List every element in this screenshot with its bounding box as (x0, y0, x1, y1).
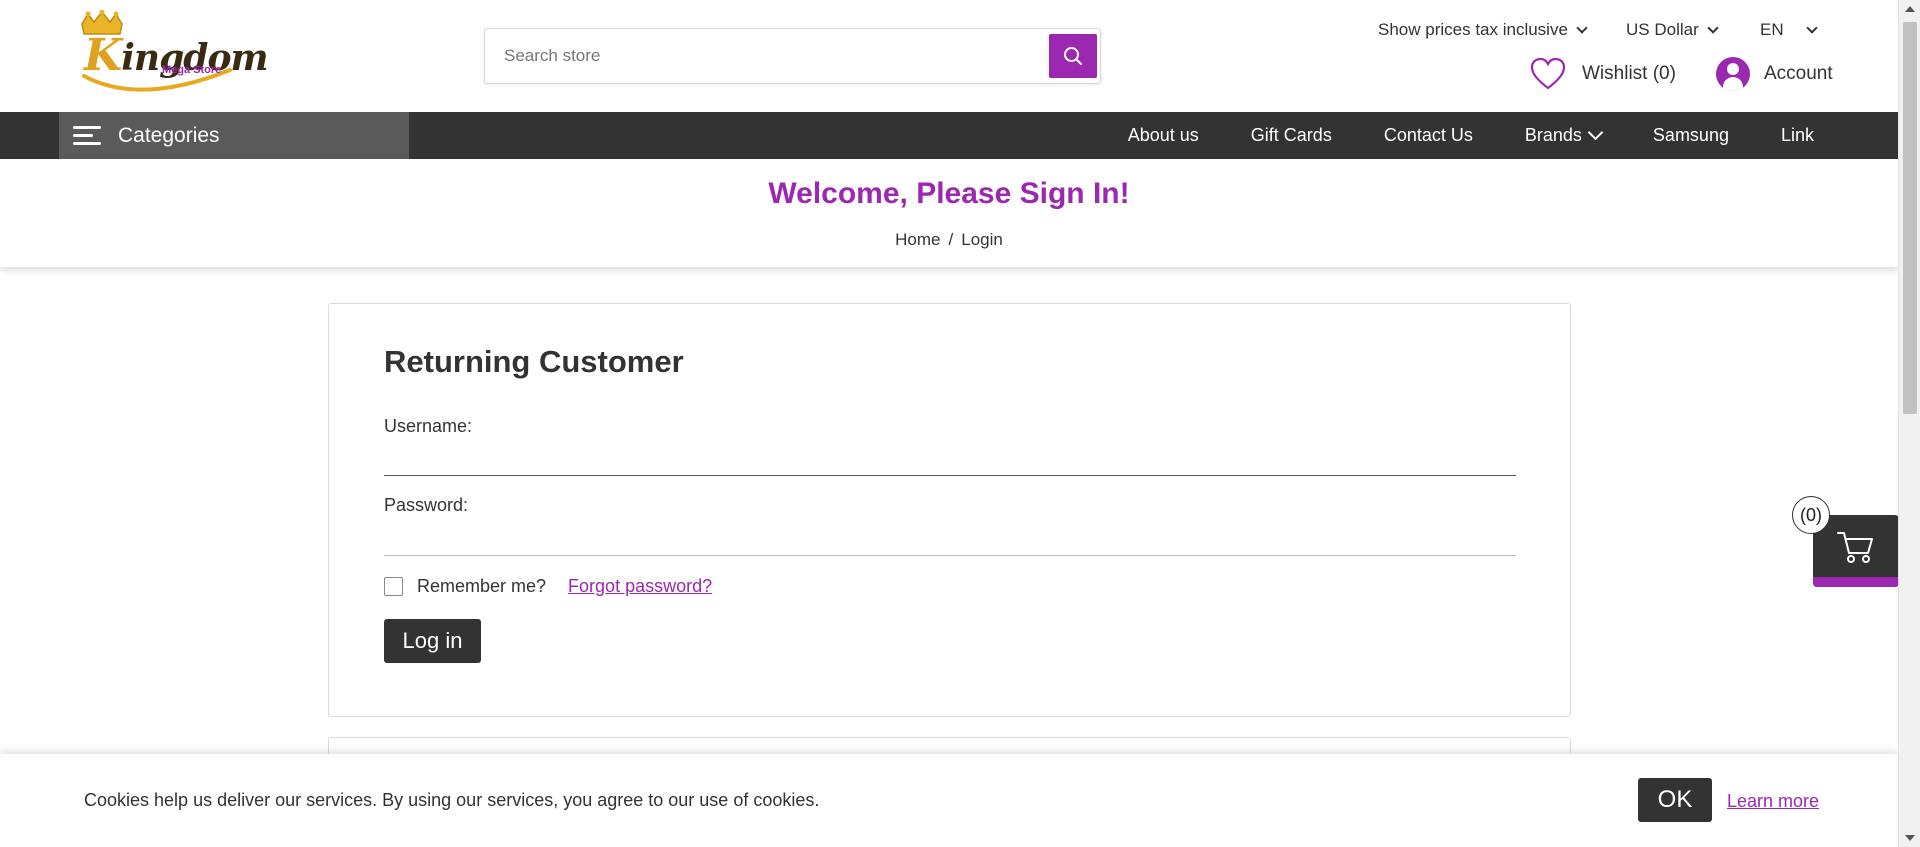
currency-dropdown[interactable]: US Dollar (1626, 18, 1719, 42)
cart-icon (1837, 532, 1873, 563)
chevron-down-icon (1805, 21, 1818, 34)
breadcrumb-separator: / (948, 230, 954, 249)
scroll-down-arrow-icon[interactable] (1905, 835, 1915, 841)
login-button[interactable]: Log in (384, 619, 481, 663)
breadcrumb: Home / Login (0, 230, 1898, 250)
user-icon (1716, 57, 1750, 91)
search-button[interactable] (1049, 34, 1097, 78)
nav-item-about-us[interactable]: About us (1102, 112, 1225, 159)
store-logo[interactable]: Kingdom Mega Store (70, 9, 269, 96)
hamburger-icon (73, 125, 101, 146)
remember-me-checkbox[interactable] (384, 577, 403, 596)
scroll-thumb[interactable] (1903, 22, 1917, 414)
nav-item-brands[interactable]: Brands (1499, 112, 1627, 159)
wishlist-link[interactable]: Wishlist (0) (1530, 55, 1676, 93)
logo-subtitle: Mega Store (162, 64, 222, 76)
tax-toggle-label: Show prices tax inclusive (1378, 20, 1568, 39)
remember-me-label[interactable]: Remember me? (417, 576, 546, 597)
chevron-down-icon (1707, 21, 1719, 34)
scroll-up-arrow-icon[interactable] (1905, 6, 1915, 12)
cart-accent-bar (1813, 577, 1899, 587)
account-link[interactable]: Account (1716, 55, 1833, 93)
search-input[interactable] (486, 30, 1046, 82)
nav-item-samsung[interactable]: Samsung (1627, 112, 1755, 159)
cookie-consent-bar: Cookies help us deliver our services. By… (0, 754, 1898, 847)
language-dropdown[interactable]: EN (1760, 18, 1818, 42)
currency-label: US Dollar (1626, 20, 1699, 39)
heart-icon (1530, 57, 1566, 90)
nav-item-brands-label: Brands (1524, 125, 1582, 145)
account-label: Account (1764, 63, 1833, 84)
cookie-learn-more-link[interactable]: Learn more (1727, 791, 1819, 812)
main-navbar: Categories About us Gift Cards Contact U… (0, 112, 1898, 159)
chevron-down-icon (1587, 124, 1604, 141)
breadcrumb-current: Login (961, 230, 1003, 249)
cart-count-badge: (0) (1792, 496, 1830, 534)
password-field[interactable] (384, 526, 1516, 556)
site-header: Kingdom Mega Store Show prices tax inclu… (0, 0, 1898, 112)
breadcrumb-home[interactable]: Home (895, 230, 940, 249)
language-label: EN (1760, 20, 1784, 39)
search-box (484, 28, 1101, 84)
wishlist-label: Wishlist (0) (1582, 63, 1676, 84)
page-title: Welcome, Please Sign In! (768, 177, 1130, 210)
categories-label: Categories (118, 123, 220, 147)
search-icon (1064, 47, 1082, 65)
nav-item-contact-us[interactable]: Contact Us (1358, 112, 1499, 159)
forgot-password-link[interactable]: Forgot password? (568, 576, 712, 597)
returning-customer-card: Returning Customer Username: Password: R… (328, 303, 1571, 717)
username-label: Username: (384, 416, 473, 436)
page-scrollbar[interactable] (1898, 0, 1920, 847)
password-label: Password: (384, 495, 469, 515)
remember-row: Remember me? Forgot password? (384, 576, 712, 597)
cookie-ok-button[interactable]: OK (1638, 778, 1712, 822)
logo-initial: K (84, 30, 122, 81)
nav-links: About us Gift Cards Contact Us Brands Sa… (1102, 112, 1898, 159)
card-title: Returning Customer (384, 344, 684, 379)
nav-item-link[interactable]: Link (1755, 112, 1898, 159)
username-field[interactable] (384, 446, 1516, 476)
cookie-message: Cookies help us deliver our services. By… (84, 790, 820, 810)
page-title-band: Welcome, Please Sign In! Home / Login (0, 159, 1898, 267)
chevron-down-icon (1576, 21, 1588, 34)
tax-toggle-dropdown[interactable]: Show prices tax inclusive (1378, 18, 1588, 42)
categories-button[interactable]: Categories (59, 112, 409, 159)
nav-item-gift-cards[interactable]: Gift Cards (1225, 112, 1358, 159)
